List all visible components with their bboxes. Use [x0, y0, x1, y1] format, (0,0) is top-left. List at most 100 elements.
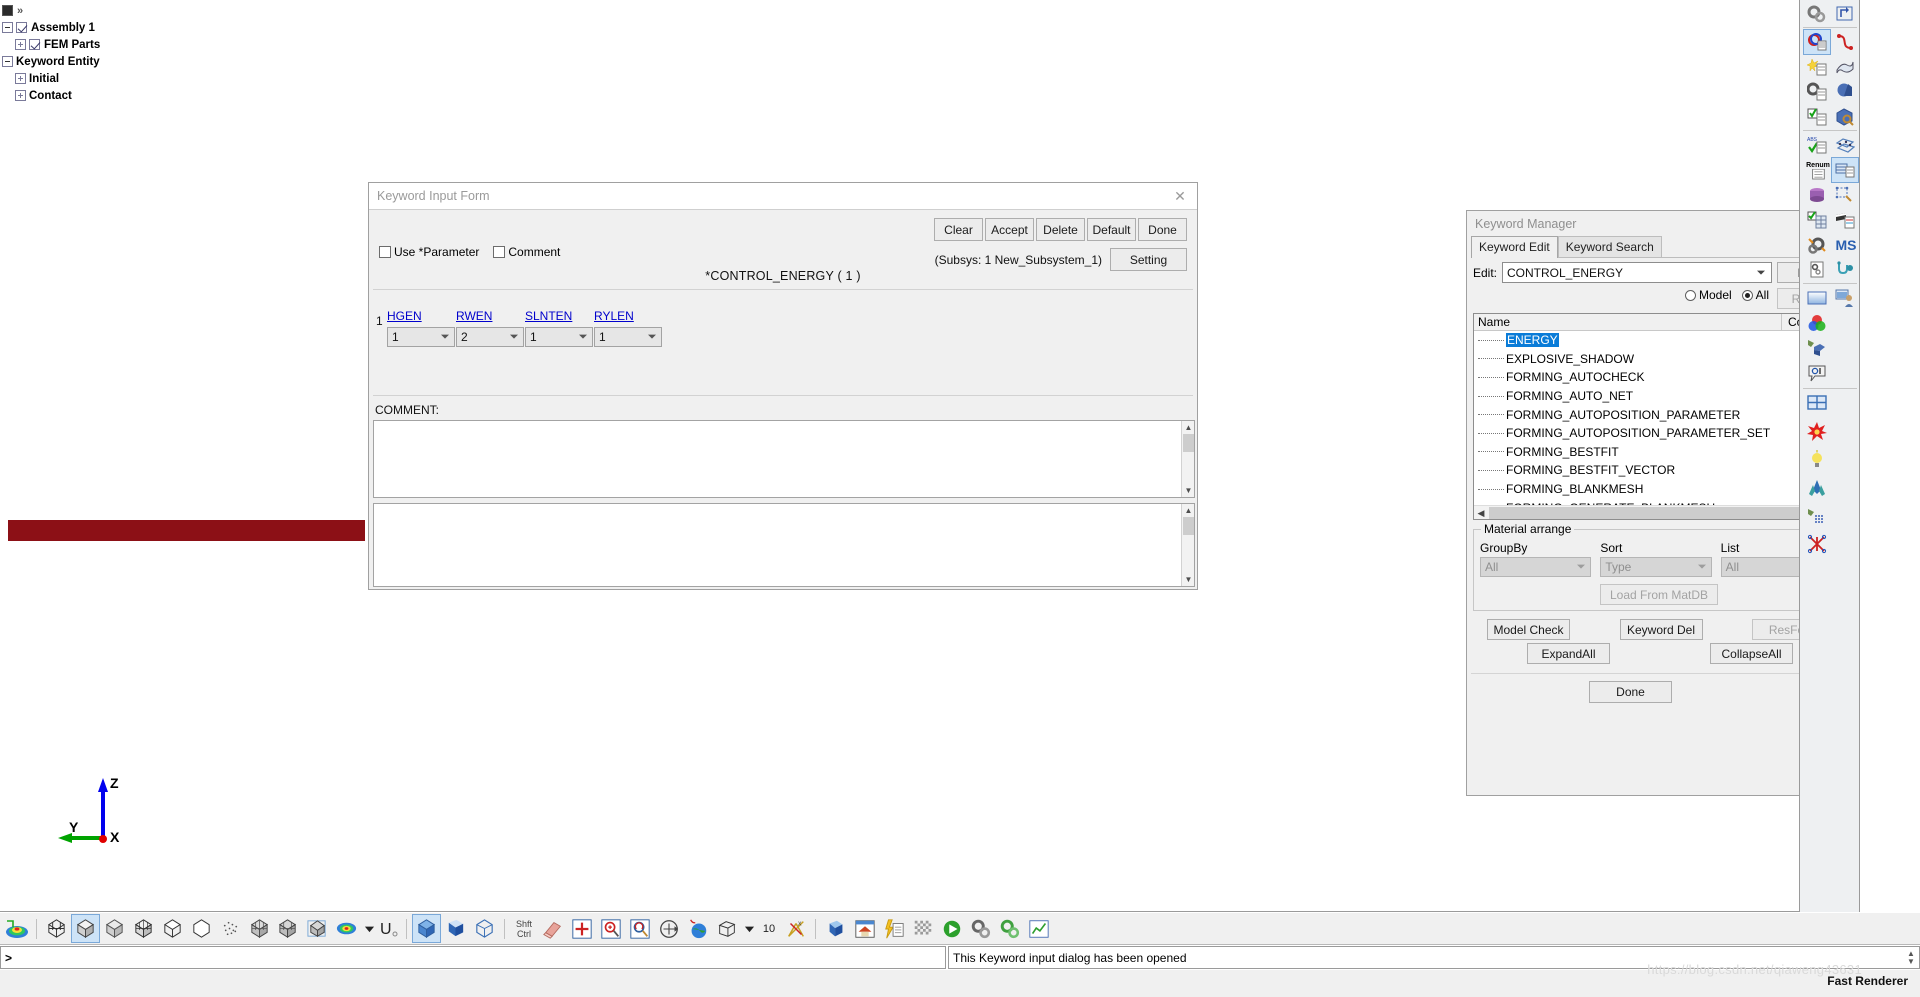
extra-textarea[interactable]: ▲ ▼	[373, 503, 1195, 587]
viewport-split-icon[interactable]	[1804, 391, 1830, 415]
contour-fringe-icon[interactable]	[3, 915, 30, 942]
scrollbar-thumb[interactable]	[1183, 434, 1194, 452]
exploded-cube-icon[interactable]	[275, 915, 302, 942]
model-check-button[interactable]: Model Check	[1487, 619, 1570, 640]
scroll-down-icon[interactable]: ▼	[1182, 484, 1195, 497]
double-chevron-right-icon[interactable]: »	[17, 5, 23, 17]
accept-button[interactable]: Accept	[985, 218, 1034, 241]
chevron-down-icon[interactable]	[1697, 564, 1706, 569]
checkbox-box-icon[interactable]	[379, 246, 391, 258]
surface-icon[interactable]	[1832, 55, 1858, 79]
field-label[interactable]: RYLEN	[594, 309, 663, 323]
scroll-left-icon[interactable]: ◀	[1474, 506, 1488, 520]
layers-list-icon[interactable]	[1831, 157, 1859, 183]
blue-cube-icon[interactable]	[412, 914, 441, 943]
renum-list-icon[interactable]: Renum	[1804, 158, 1832, 184]
km-titlebar[interactable]: Keyword Manager ✕	[1467, 211, 1845, 236]
km-edit-row[interactable]: Edit: CONTROL_ENERGY Edit	[1473, 262, 1839, 283]
checkbox-box-icon[interactable]	[493, 246, 506, 258]
field-label[interactable]: RWEN	[456, 309, 525, 323]
kif-option-row[interactable]: Use *Parameter Comment	[379, 245, 560, 259]
visibility-checkbox[interactable]	[16, 22, 27, 33]
abs-check-icon[interactable]: ABS	[1804, 133, 1830, 157]
outline-cube-icon[interactable]	[188, 915, 215, 942]
feature-cube-icon[interactable]	[304, 915, 331, 942]
model-tree[interactable]: » Assembly 1 FEM Parts Keyword Entity In…	[2, 2, 100, 104]
tree-item-assembly-1[interactable]: Assembly 1	[2, 19, 100, 36]
chevron-down-icon[interactable]	[1757, 270, 1765, 275]
collapse-toggle-icon[interactable]	[2, 56, 13, 67]
field-slnten[interactable]: SLNTEN 1	[525, 309, 594, 347]
scrollbar-thumb[interactable]	[1183, 517, 1194, 535]
expand-toggle-icon[interactable]	[15, 90, 26, 101]
dynamic-zoom-icon[interactable]	[626, 915, 653, 942]
sphere-icon[interactable]	[1832, 80, 1858, 104]
fringe-plot-icon[interactable]	[333, 915, 360, 942]
cylinder-icon[interactable]	[1804, 183, 1830, 207]
dyna-cube-icon[interactable]	[471, 915, 498, 942]
kif-titlebar[interactable]: Keyword Input Form ✕	[369, 183, 1197, 210]
field-rwen[interactable]: RWEN 2	[456, 309, 525, 347]
home-window-icon[interactable]	[851, 915, 878, 942]
check-table-icon[interactable]	[1804, 208, 1830, 232]
gears-icon[interactable]	[967, 915, 994, 942]
radio-all[interactable]: All	[1741, 288, 1769, 302]
right-toolbar[interactable]: ABS Renum MS	[1799, 0, 1859, 912]
field-hgen[interactable]: HGEN 1	[387, 309, 456, 347]
list-item[interactable]: FORMING_AUTO_NET	[1474, 387, 1824, 406]
field-dropdown[interactable]: 1	[387, 327, 455, 347]
km-tab-bar[interactable]: Keyword Edit Keyword Search	[1471, 236, 1662, 258]
field-label[interactable]: SLNTEN	[525, 309, 594, 323]
field-dropdown[interactable]: 2	[456, 327, 524, 347]
checker-icon[interactable]	[909, 915, 936, 942]
stethoscope-icon[interactable]	[1832, 258, 1858, 282]
keyword-manager-dialog[interactable]: Keyword Manager ✕ Keyword Edit Keyword S…	[1466, 210, 1846, 796]
blue-solid-cube-icon[interactable]	[442, 915, 469, 942]
chevron-down-icon[interactable]	[579, 334, 587, 339]
list-item[interactable]: FORMING_AUTOPOSITION_PARAMETER	[1474, 405, 1824, 424]
flat-cube-icon[interactable]	[101, 915, 128, 942]
gradient-panel-icon[interactable]	[1804, 286, 1830, 310]
radio-circle-icon[interactable]	[1684, 289, 1696, 301]
sort-dropdown[interactable]: Type	[1600, 557, 1712, 577]
extra-scrollbar[interactable]: ▲ ▼	[1181, 504, 1194, 586]
command-line-input[interactable]: >	[0, 946, 946, 969]
list-item[interactable]: FORMING_AUTOCHECK	[1474, 368, 1824, 387]
list-item[interactable]: FORMING_BESTFIT_VECTOR	[1474, 461, 1824, 480]
tree-root-row[interactable]: »	[2, 2, 100, 19]
km-scope-radio-group[interactable]: Model All	[1473, 288, 1769, 302]
collapse-all-button[interactable]: CollapseAll	[1710, 643, 1793, 664]
point-cloud-icon[interactable]	[217, 915, 244, 942]
list-item[interactable]: FORMING_AUTOPOSITION_PARAMETER_SET	[1474, 424, 1824, 443]
list-item[interactable]: EXPLOSIVE_SHADOW	[1474, 350, 1824, 369]
spotlight-dots-icon[interactable]	[1804, 504, 1830, 528]
scrollbar-thumb[interactable]	[1489, 507, 1823, 519]
check-list-icon[interactable]	[1804, 105, 1830, 129]
hidden-line-cube-icon[interactable]	[159, 915, 186, 942]
load-from-matdb-button[interactable]: Load From MatDB	[1600, 584, 1718, 605]
mesh-grid-icon[interactable]	[1832, 133, 1858, 157]
keyword-input-form-dialog[interactable]: Keyword Input Form ✕ Clear Accept Delete…	[368, 182, 1198, 590]
mesh-cube-icon[interactable]	[130, 915, 157, 942]
entity-list-icon[interactable]	[1803, 29, 1831, 55]
movie-list-icon[interactable]	[1832, 208, 1858, 232]
light-cube-icon[interactable]	[1804, 336, 1830, 360]
gear-orange-icon[interactable]	[1804, 233, 1830, 257]
expand-all-button[interactable]: ExpandAll	[1527, 643, 1610, 664]
delete-button[interactable]: Delete	[1036, 218, 1085, 241]
blue-prism-icon[interactable]	[822, 915, 849, 942]
clear-button[interactable]: Clear	[934, 218, 983, 241]
lightning-list-icon[interactable]	[880, 915, 907, 942]
list-horizontal-scrollbar[interactable]: ◀ ▶	[1474, 505, 1838, 519]
km-done-button[interactable]: Done	[1589, 681, 1672, 703]
tree-item-initial[interactable]: Initial	[15, 70, 100, 87]
info-bubble-icon[interactable]	[1804, 361, 1830, 385]
airbag-icon[interactable]	[1804, 476, 1830, 500]
km-expand-button-row[interactable]: ExpandAll CollapseAll	[1527, 643, 1793, 664]
field-dropdown[interactable]: 1	[594, 327, 662, 347]
shrunk-cube-icon[interactable]	[246, 915, 273, 942]
tree-item-fem-parts[interactable]: FEM Parts	[15, 36, 100, 53]
default-button[interactable]: Default	[1087, 218, 1136, 241]
keyword-select-combobox[interactable]: CONTROL_ENERGY	[1502, 262, 1772, 283]
dropdown-arrow-icon[interactable]	[742, 915, 756, 942]
